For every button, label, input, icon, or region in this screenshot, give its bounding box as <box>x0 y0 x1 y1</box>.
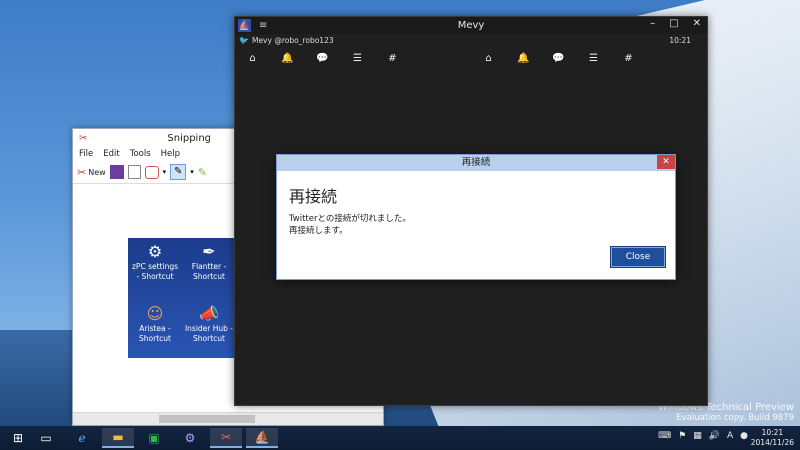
keyboard-icon[interactable]: ⌨ <box>658 431 671 441</box>
account-handle[interactable]: @robo_robo123 <box>274 36 333 45</box>
desktop-icon-zpc-settings: ⚙ zPC settings - Shortcut <box>128 242 182 282</box>
captured-desktop-preview: ⚙ zPC settings - Shortcut ✒ Flantter - S… <box>128 238 236 358</box>
desktop-icon-insider-hub: 📣 Insider Hub - Shortcut <box>182 304 236 344</box>
icon-label: Flantter - <box>191 262 227 271</box>
minimize-icon[interactable]: – <box>650 18 655 29</box>
windows-logo-icon: ⊞ <box>12 431 24 445</box>
icon-label: Insider Hub - <box>184 324 234 333</box>
message-icon[interactable]: 💬 <box>541 53 576 64</box>
megaphone-icon: 📣 <box>199 304 219 323</box>
close-button[interactable]: Close <box>610 246 666 268</box>
icon-label: Aristea - <box>139 324 171 333</box>
scissors-icon: ✂ <box>220 430 232 444</box>
network-icon[interactable]: ▦ <box>693 431 702 441</box>
icon-label: Shortcut <box>193 334 225 343</box>
status-time: 10:21 <box>669 36 691 45</box>
dialog-message-line1: Twitterとの接続が切れました。 <box>289 214 411 224</box>
column2-nav: ⌂ 🔔 💬 ☰ # <box>471 53 646 64</box>
taskbar: ⊞ ▭ ℯ ▬ ▣ ⚙ ✂ ⛵ ⌨ ⚑ ▦ 🔊 A ● 10:21 2014/1… <box>0 426 800 450</box>
taskbar-zpc-settings[interactable]: ⚙ <box>174 428 206 448</box>
scissors-icon: ✂ <box>79 132 88 144</box>
taskbar-store[interactable]: ▣ <box>138 428 170 448</box>
new-snip-button[interactable]: ✂ New <box>77 166 106 179</box>
column1-nav: ⌂ 🔔 💬 ☰ # <box>235 53 410 64</box>
scissors-icon: ✂ <box>77 165 87 179</box>
list-icon[interactable]: ☰ <box>340 53 375 64</box>
menu-file[interactable]: File <box>79 149 93 159</box>
menu-edit[interactable]: Edit <box>103 149 119 159</box>
gear-icon: ⚙ <box>184 431 196 445</box>
dialog-message-line2: 再接続します。 <box>289 226 348 236</box>
bell-icon[interactable]: 🔔 <box>506 53 541 64</box>
clock-time: 10:21 <box>761 428 784 437</box>
highlighter-icon[interactable]: ✎ <box>198 166 207 179</box>
reconnect-dialog: 再接続 ✕ 再接続 Twitterとの接続が切れました。 再接続します。 Clo… <box>276 154 676 280</box>
store-icon: ▣ <box>148 431 160 445</box>
list-icon[interactable]: ☰ <box>576 53 611 64</box>
home-icon[interactable]: ⌂ <box>471 53 506 64</box>
bell-icon[interactable]: 🔔 <box>270 53 305 64</box>
chevron-down-icon[interactable]: ▾ <box>163 168 167 176</box>
send-snip-icon[interactable] <box>144 165 159 179</box>
message-icon[interactable]: 💬 <box>305 53 340 64</box>
taskbar-ie[interactable]: ℯ <box>66 428 98 448</box>
watermark-line2: Evaluation copy. Build 9879 <box>676 413 794 423</box>
mevy-title-bar[interactable]: ⛵ ≡ Mevy – □ ✕ <box>235 17 707 34</box>
feather-icon: ✒ <box>202 242 216 261</box>
twitter-bird-icon: 🐦 <box>239 36 249 45</box>
new-label: New <box>88 167 106 177</box>
desktop-icon-flantter: ✒ Flantter - Shortcut <box>182 242 236 282</box>
snipping-title: Snipping <box>167 132 212 144</box>
taskbar-mevy[interactable]: ⛵ <box>246 428 278 448</box>
icon-label: Shortcut <box>193 272 225 281</box>
volume-icon[interactable]: 🔊 <box>709 431 720 441</box>
account-app-name: Mevy <box>251 36 272 45</box>
chevron-down-icon[interactable]: ▾ <box>190 168 194 176</box>
menu-tools[interactable]: Tools <box>130 149 151 159</box>
window-controls: – □ ✕ <box>650 18 701 29</box>
dialog-heading: 再接続 <box>289 187 338 206</box>
system-tray: ⌨ ⚑ ▦ 🔊 A ● <box>658 431 748 441</box>
close-icon[interactable]: ✕ <box>657 155 675 169</box>
clock-date: 2014/11/26 <box>750 438 794 447</box>
close-icon[interactable]: ✕ <box>693 18 701 29</box>
desktop-icon-aristea: ☺ Aristea - Shortcut <box>128 304 182 344</box>
language-icon[interactable]: A <box>727 431 733 441</box>
flag-icon[interactable]: ⚑ <box>678 431 686 441</box>
gear-icon: ⚙ <box>147 242 163 261</box>
dialog-message: Twitterとの接続が切れました。 再接続します。 <box>289 213 411 237</box>
notification-icon[interactable]: ● <box>740 431 748 441</box>
task-view-icon: ▭ <box>40 431 52 445</box>
maximize-icon[interactable]: □ <box>669 18 678 29</box>
task-view-button[interactable]: ▭ <box>30 428 62 448</box>
save-icon[interactable] <box>109 165 124 179</box>
pen-icon[interactable]: ✎ <box>170 164 187 180</box>
hashtag-icon[interactable]: # <box>375 53 410 64</box>
character-icon: ☺ <box>146 304 164 323</box>
icon-label: - Shortcut <box>136 272 174 281</box>
folder-icon: ▬ <box>112 430 124 444</box>
scrollbar-thumb[interactable] <box>159 415 255 423</box>
taskbar-clock[interactable]: 10:21 2014/11/26 <box>751 428 794 448</box>
dialog-title-bar[interactable]: 再接続 ✕ <box>277 155 675 171</box>
copy-icon[interactable] <box>127 165 141 179</box>
dialog-title: 再接続 <box>461 157 491 168</box>
mevy-app-icon: ⛵ <box>254 430 270 444</box>
icon-label: zPC settings <box>132 262 178 271</box>
horizontal-scrollbar[interactable] <box>73 412 383 425</box>
hashtag-icon[interactable]: # <box>611 53 646 64</box>
menu-help[interactable]: Help <box>161 149 180 159</box>
mevy-title: Mevy <box>457 20 485 31</box>
taskbar-snipping-tool[interactable]: ✂ <box>210 428 242 448</box>
icon-label: Shortcut <box>139 334 171 343</box>
home-icon[interactable]: ⌂ <box>235 53 270 64</box>
account-status-bar: 🐦 Mevy @robo_robo123 10:21 <box>235 34 707 47</box>
internet-explorer-icon: ℯ <box>78 431 86 445</box>
taskbar-file-explorer[interactable]: ▬ <box>102 428 134 448</box>
